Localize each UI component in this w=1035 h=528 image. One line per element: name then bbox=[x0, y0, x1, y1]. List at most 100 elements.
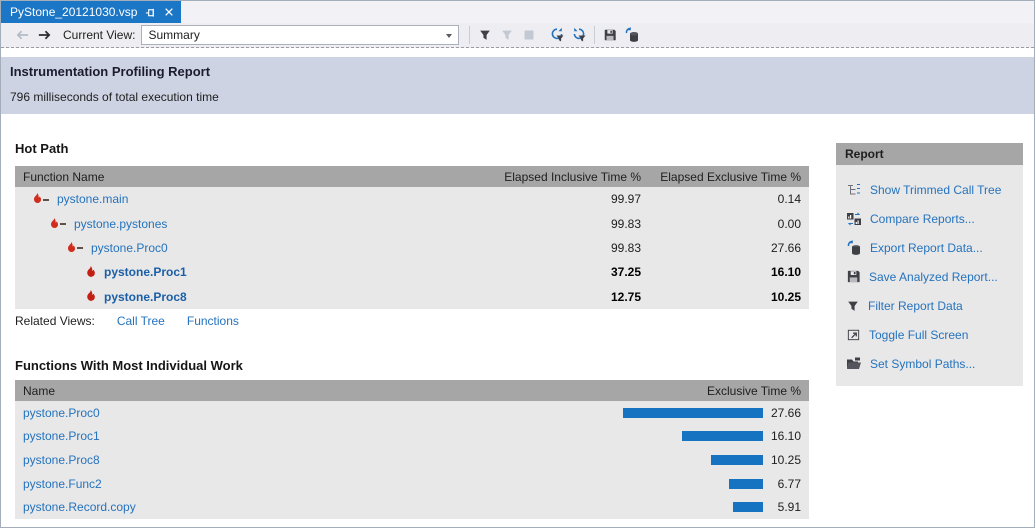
exclusive-time-bar bbox=[682, 431, 763, 441]
exclusive-value: 16.10 bbox=[763, 429, 809, 443]
exclusive-value: 0.00 bbox=[649, 217, 809, 231]
function-link[interactable]: pystone.Record.copy bbox=[15, 500, 463, 514]
report-item-set-symbol-paths[interactable]: Set Symbol Paths... bbox=[836, 349, 1023, 378]
table-row: pystone.pystones 99.83 0.00 bbox=[15, 211, 809, 235]
exclusive-time-bar bbox=[729, 479, 763, 489]
functions-work-table-body: pystone.Proc0 27.66 pystone.Proc1 16.10 … bbox=[15, 401, 809, 519]
table-row: pystone.Proc1 37.25 16.10 bbox=[15, 260, 809, 284]
current-view-value: Summary bbox=[148, 28, 199, 42]
inclusive-value: 37.25 bbox=[479, 265, 649, 279]
reapply-filter-button[interactable] bbox=[546, 24, 568, 46]
pin-icon[interactable] bbox=[145, 7, 156, 18]
flame-dash-icon bbox=[49, 218, 66, 230]
profiler-window: PyStone_20121030.vsp Current View: Summa… bbox=[0, 0, 1035, 528]
function-link[interactable]: pystone.Proc8 bbox=[15, 453, 463, 467]
exclusive-value: 10.25 bbox=[649, 290, 809, 304]
report-panel: Report Show Trimmed Call Tree Compare Re… bbox=[836, 143, 1023, 386]
functions-work-table-header: Name Exclusive Time % bbox=[15, 380, 809, 401]
table-row: pystone.Proc0 27.66 bbox=[15, 401, 809, 425]
column-name: Name bbox=[15, 384, 589, 398]
table-row: pystone.Proc0 99.83 27.66 bbox=[15, 236, 809, 260]
report-item-filter-report-data[interactable]: Filter Report Data bbox=[836, 291, 1023, 320]
forward-button[interactable] bbox=[33, 24, 55, 46]
function-link[interactable]: pystone.main bbox=[57, 192, 128, 206]
function-link[interactable]: pystone.Func2 bbox=[15, 477, 463, 491]
report-item-save-analyzed-report[interactable]: Save Analyzed Report... bbox=[836, 262, 1023, 291]
document-tab[interactable]: PyStone_20121030.vsp bbox=[1, 1, 181, 23]
export-database-icon bbox=[624, 27, 640, 43]
execution-time-summary: 796 milliseconds of total execution time bbox=[10, 90, 1034, 104]
column-exclusive-time: Elapsed Exclusive Time % bbox=[649, 170, 809, 184]
function-link[interactable]: pystone.Proc8 bbox=[104, 290, 187, 304]
table-row: pystone.Func2 6.77 bbox=[15, 472, 809, 496]
fullscreen-icon bbox=[846, 327, 861, 342]
exclusive-value: 0.14 bbox=[649, 192, 809, 206]
table-row: pystone.Proc8 12.75 10.25 bbox=[15, 285, 809, 309]
column-inclusive-time: Elapsed Inclusive Time % bbox=[479, 170, 649, 184]
report-item-compare-reports[interactable]: Compare Reports... bbox=[836, 204, 1023, 233]
table-row: pystone.Proc1 16.10 bbox=[15, 425, 809, 449]
current-view-label: Current View: bbox=[63, 28, 135, 42]
related-views: Related Views: Call Tree Functions bbox=[15, 314, 239, 328]
flame-icon bbox=[85, 266, 96, 279]
related-link-functions[interactable]: Functions bbox=[187, 314, 239, 328]
folder-icon bbox=[846, 356, 862, 372]
document-tab-strip: PyStone_20121030.vsp bbox=[1, 1, 1034, 23]
function-link[interactable]: pystone.pystones bbox=[74, 217, 167, 231]
exclusive-value: 27.66 bbox=[763, 406, 809, 420]
table-row: pystone.Proc8 10.25 bbox=[15, 448, 809, 472]
current-view-dropdown[interactable]: Summary bbox=[141, 25, 459, 45]
tab-title: PyStone_20121030.vsp bbox=[10, 5, 137, 19]
exclusive-value: 6.77 bbox=[763, 477, 809, 491]
report-item-export-report-data[interactable]: Export Report Data... bbox=[836, 233, 1023, 262]
function-link[interactable]: pystone.Proc1 bbox=[15, 429, 463, 443]
inclusive-value: 12.75 bbox=[479, 290, 649, 304]
chevron-down-icon bbox=[446, 34, 452, 38]
table-row: pystone.Record.copy 5.91 bbox=[15, 495, 809, 519]
compare-reports-icon bbox=[846, 211, 862, 227]
function-link[interactable]: pystone.Proc1 bbox=[104, 265, 187, 279]
filter-disabled-button[interactable] bbox=[496, 24, 518, 46]
stop-button[interactable] bbox=[518, 24, 540, 46]
flame-dash-icon bbox=[66, 242, 83, 254]
exclusive-value: 10.25 bbox=[763, 453, 809, 467]
save-icon bbox=[846, 269, 861, 284]
exclusive-value: 27.66 bbox=[649, 241, 809, 255]
back-arrow-icon bbox=[15, 29, 30, 41]
filter-disabled-icon bbox=[500, 28, 514, 42]
inclusive-value: 99.83 bbox=[479, 241, 649, 255]
table-row: pystone.main 99.97 0.14 bbox=[15, 187, 809, 211]
functions-work-table: Name Exclusive Time % pystone.Proc0 27.6… bbox=[15, 380, 809, 519]
profiler-toolbar: Current View: Summary bbox=[1, 23, 1034, 48]
toolbar-separator bbox=[469, 26, 470, 44]
column-exclusive-time: Exclusive Time % bbox=[589, 384, 809, 398]
refresh-filter2-button[interactable] bbox=[568, 24, 590, 46]
function-link[interactable]: pystone.Proc0 bbox=[15, 406, 463, 420]
exclusive-value: 16.10 bbox=[649, 265, 809, 279]
exclusive-value: 5.91 bbox=[763, 500, 809, 514]
inclusive-value: 99.83 bbox=[479, 217, 649, 231]
back-button[interactable] bbox=[11, 24, 33, 46]
related-link-call-tree[interactable]: Call Tree bbox=[117, 314, 165, 328]
close-icon[interactable] bbox=[164, 7, 174, 17]
filter-button[interactable] bbox=[474, 24, 496, 46]
report-item-show-trimmed-call-tree[interactable]: Show Trimmed Call Tree bbox=[836, 175, 1023, 204]
filter-icon bbox=[846, 299, 860, 313]
export-data-button[interactable] bbox=[621, 24, 643, 46]
refresh-filter-icon bbox=[549, 27, 565, 43]
hot-path-table: Function Name Elapsed Inclusive Time % E… bbox=[15, 166, 809, 309]
trimmed-call-tree-icon bbox=[846, 182, 862, 198]
report-panel-title: Report bbox=[836, 143, 1023, 165]
stop-icon bbox=[523, 29, 535, 41]
report-title: Instrumentation Profiling Report bbox=[10, 64, 1034, 79]
inclusive-value: 99.97 bbox=[479, 192, 649, 206]
filter-icon bbox=[478, 28, 492, 42]
column-function-name: Function Name bbox=[15, 170, 479, 184]
related-views-label: Related Views: bbox=[15, 314, 95, 328]
save-report-button[interactable] bbox=[599, 24, 621, 46]
function-link[interactable]: pystone.Proc0 bbox=[91, 241, 168, 255]
functions-work-title: Functions With Most Individual Work bbox=[15, 358, 243, 373]
report-header-band: Instrumentation Profiling Report 796 mil… bbox=[1, 57, 1034, 114]
report-item-toggle-full-screen[interactable]: Toggle Full Screen bbox=[836, 320, 1023, 349]
forward-arrow-icon bbox=[37, 29, 52, 41]
